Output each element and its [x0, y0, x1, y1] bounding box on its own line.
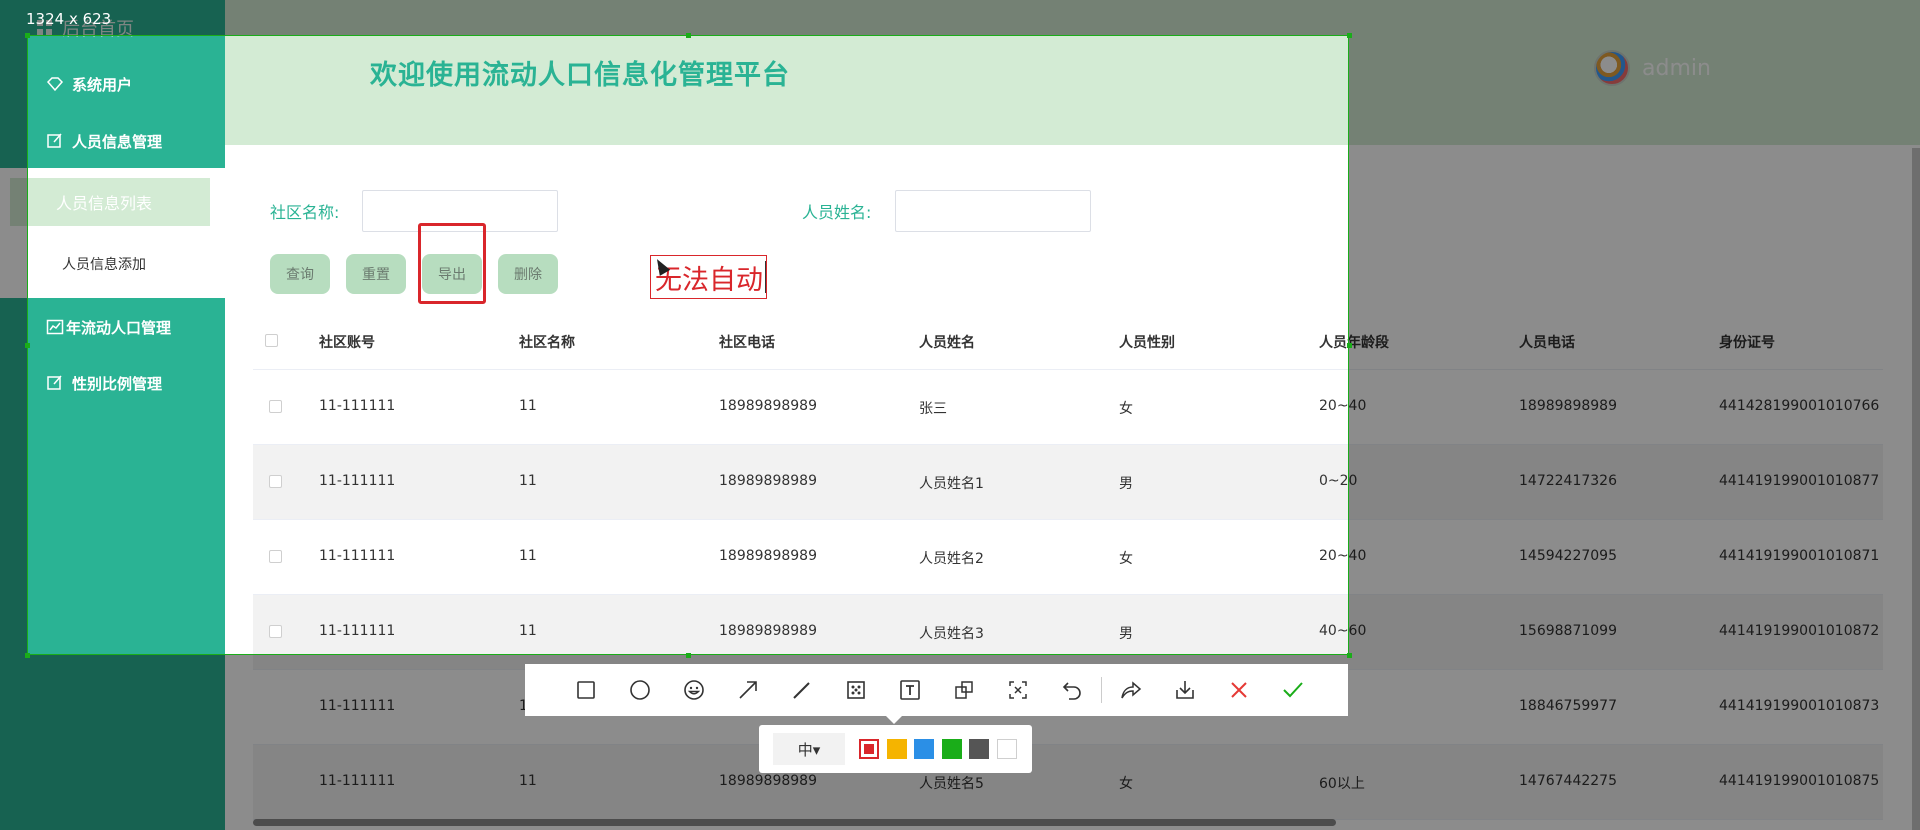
capture-dim-overlay — [0, 35, 27, 655]
selection-handle[interactable] — [1347, 653, 1352, 658]
color-swatch-white[interactable] — [996, 739, 1017, 759]
annotation-rectangle[interactable] — [418, 223, 486, 304]
pen-icon — [793, 682, 810, 699]
selection-handle[interactable] — [686, 33, 691, 38]
share-tool[interactable] — [1104, 670, 1158, 710]
confirm-icon — [1283, 682, 1303, 698]
selection-handle[interactable] — [1347, 343, 1352, 348]
capture-toolbar — [525, 664, 1348, 716]
save-tool[interactable] — [1158, 670, 1212, 710]
share-icon — [1121, 681, 1142, 699]
arrow-icon — [739, 681, 757, 699]
capture-dim-overlay — [1349, 35, 1920, 655]
annotation-text: 无法自动 — [655, 264, 763, 296]
color-palette: 中▾ — [759, 725, 1032, 773]
mosaic-icon — [847, 681, 865, 699]
selection-handle[interactable] — [25, 653, 30, 658]
ellipse-icon — [630, 680, 650, 700]
confirm-capture-button[interactable] — [1266, 670, 1320, 710]
emoji-icon — [684, 680, 704, 700]
pen-size-select[interactable]: 中▾ — [773, 733, 845, 765]
ellipse-tool[interactable] — [613, 670, 667, 710]
save-icon — [1176, 681, 1194, 699]
undo-icon — [1062, 682, 1081, 700]
color-swatch-gray[interactable] — [969, 739, 989, 759]
color-swatch-blue[interactable] — [914, 739, 934, 759]
arrow-tool[interactable] — [721, 670, 775, 710]
pin-tool[interactable] — [937, 670, 991, 710]
selection-handle[interactable] — [25, 33, 30, 38]
toolbar-pointer — [886, 716, 902, 724]
cancel-icon — [1231, 682, 1247, 698]
ocr-tool[interactable] — [991, 670, 1045, 710]
selection-handle[interactable] — [686, 653, 691, 658]
color-swatch-yellow[interactable] — [886, 739, 907, 759]
text-icon — [900, 680, 920, 700]
pin-icon — [955, 681, 973, 699]
ocr-icon — [1009, 681, 1027, 699]
undo-tool[interactable] — [1045, 670, 1099, 710]
rectangle-icon — [577, 681, 595, 699]
mosaic-tool[interactable] — [829, 670, 883, 710]
capture-dim-overlay — [0, 0, 1920, 35]
color-swatch-green[interactable] — [941, 739, 962, 759]
toolbar-divider — [1101, 677, 1102, 703]
cancel-capture-button[interactable] — [1212, 670, 1266, 710]
rectangle-tool[interactable] — [559, 670, 613, 710]
emoji-tool[interactable] — [667, 670, 721, 710]
selection-handle[interactable] — [1347, 33, 1352, 38]
selection-handle[interactable] — [25, 343, 30, 348]
color-swatch-red[interactable] — [859, 739, 879, 759]
capture-selection[interactable] — [27, 35, 1349, 655]
pen-tool[interactable] — [775, 670, 829, 710]
text-tool[interactable] — [883, 670, 937, 710]
text-caret — [765, 261, 766, 293]
capture-size-label: 1324 x 623 — [26, 10, 112, 28]
annotation-text-box[interactable]: 无法自动 — [650, 255, 767, 299]
